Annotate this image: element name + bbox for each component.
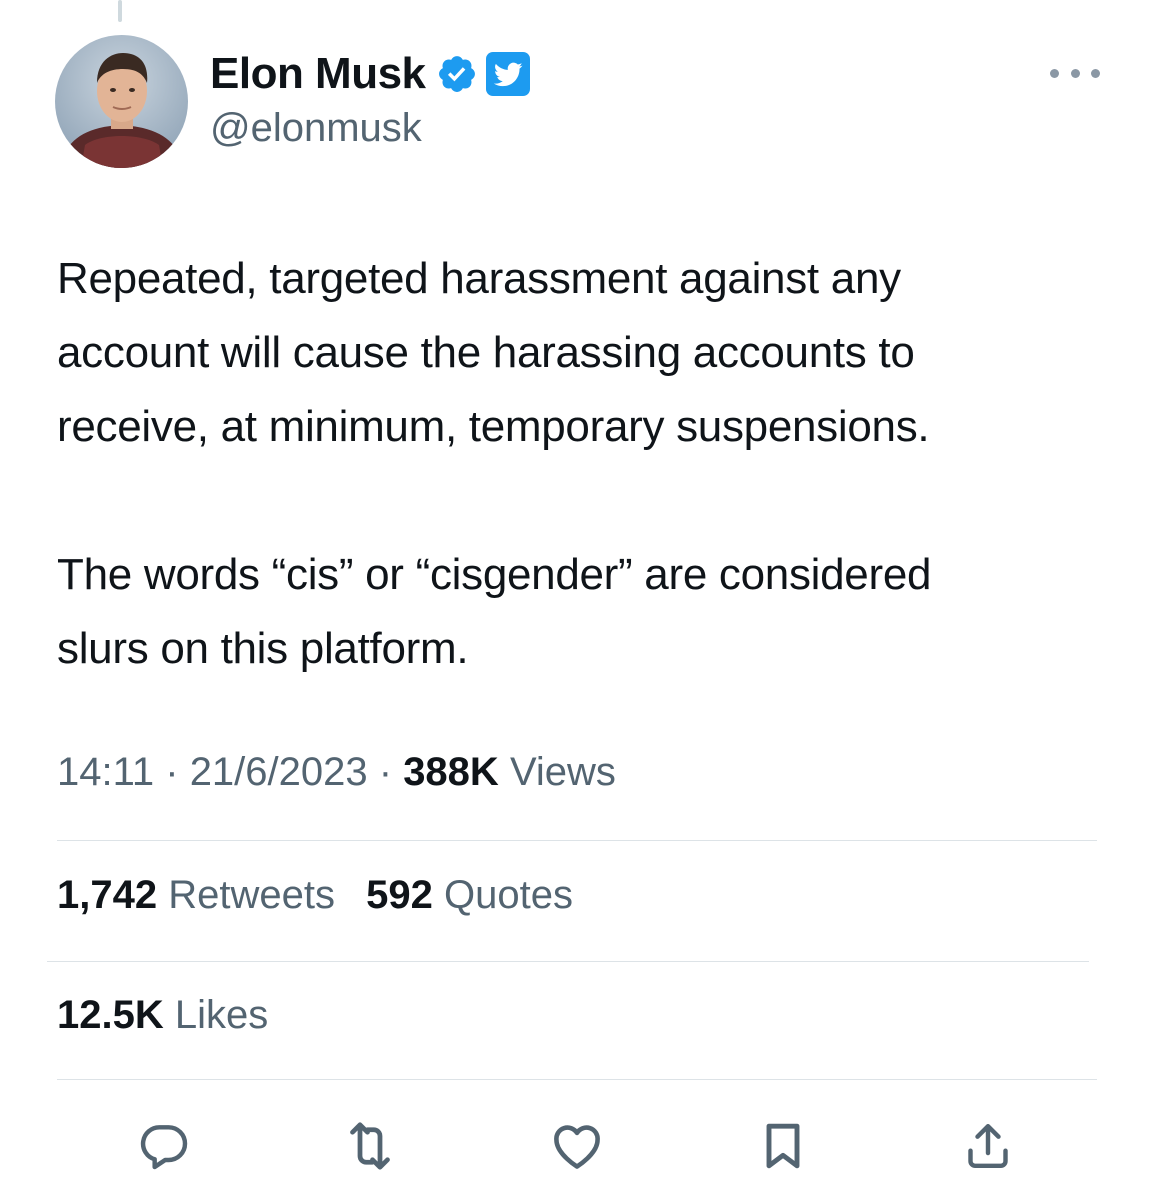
tweet-text: Repeated, targeted harassment against an… bbox=[57, 242, 1137, 686]
bookmark-button[interactable] bbox=[753, 1116, 813, 1176]
views-label: Views bbox=[509, 750, 616, 794]
retweets-stat[interactable]: 1,742 Retweets bbox=[57, 873, 335, 917]
tweet-text-line: The words “cis” or “cisgender” are consi… bbox=[57, 550, 932, 599]
like-button[interactable] bbox=[547, 1116, 607, 1176]
twitter-affiliation-badge[interactable] bbox=[485, 52, 530, 96]
tweet-text-line: receive, at minimum, temporary suspensio… bbox=[57, 402, 930, 451]
more-options-button[interactable] bbox=[1050, 58, 1100, 88]
reply-icon bbox=[140, 1125, 188, 1170]
avatar[interactable] bbox=[55, 35, 188, 168]
share-icon bbox=[968, 1123, 1008, 1169]
tweet-date[interactable]: 21/6/2023 bbox=[190, 750, 368, 794]
likes-stat[interactable]: 12.5K Likes bbox=[57, 993, 268, 1037]
avatar-image bbox=[55, 35, 188, 168]
tweet-text-line: account will cause the harassing account… bbox=[57, 328, 915, 377]
quotes-count: 592 bbox=[366, 873, 433, 917]
retweet-button[interactable] bbox=[340, 1116, 400, 1176]
tweet-text-line: Repeated, targeted harassment against an… bbox=[57, 254, 901, 303]
author-name-row: Elon Musk bbox=[210, 48, 530, 100]
tweet-time[interactable]: 14:11 bbox=[57, 750, 154, 794]
reply-button[interactable] bbox=[134, 1116, 194, 1176]
divider bbox=[57, 1079, 1097, 1080]
divider bbox=[47, 961, 1089, 962]
tweet-meta: 14:11 · 21/6/2023 · 388K Views bbox=[57, 750, 616, 795]
likes-label: Likes bbox=[174, 993, 269, 1037]
verified-badge-icon bbox=[438, 56, 475, 92]
author-display-name[interactable]: Elon Musk bbox=[210, 49, 426, 99]
meta-separator: · bbox=[367, 750, 404, 794]
heart-icon bbox=[554, 1125, 600, 1169]
bookmark-icon bbox=[766, 1123, 800, 1169]
likes-count: 12.5K bbox=[57, 993, 164, 1037]
retweet-icon bbox=[350, 1122, 390, 1170]
share-button[interactable] bbox=[958, 1116, 1018, 1176]
quotes-stat[interactable]: 592 Quotes bbox=[366, 873, 573, 917]
views-count: 388K bbox=[403, 750, 499, 794]
twitter-bird-icon bbox=[493, 62, 523, 87]
engagement-stats-row: 1,742 Retweets 592 Quotes bbox=[57, 873, 593, 918]
retweets-count: 1,742 bbox=[57, 873, 158, 917]
tweet-text-line: slurs on this platform. bbox=[57, 624, 469, 673]
retweets-label: Retweets bbox=[168, 873, 335, 917]
tweet-actions-bar bbox=[0, 1108, 1153, 1178]
meta-separator: · bbox=[154, 750, 190, 794]
author-handle[interactable]: @elonmusk bbox=[210, 106, 422, 151]
divider bbox=[57, 840, 1097, 841]
quotes-label: Quotes bbox=[443, 873, 573, 917]
thread-connector-line bbox=[118, 0, 122, 22]
more-icon bbox=[1050, 68, 1059, 78]
likes-stats-row: 12.5K Likes bbox=[57, 993, 288, 1038]
